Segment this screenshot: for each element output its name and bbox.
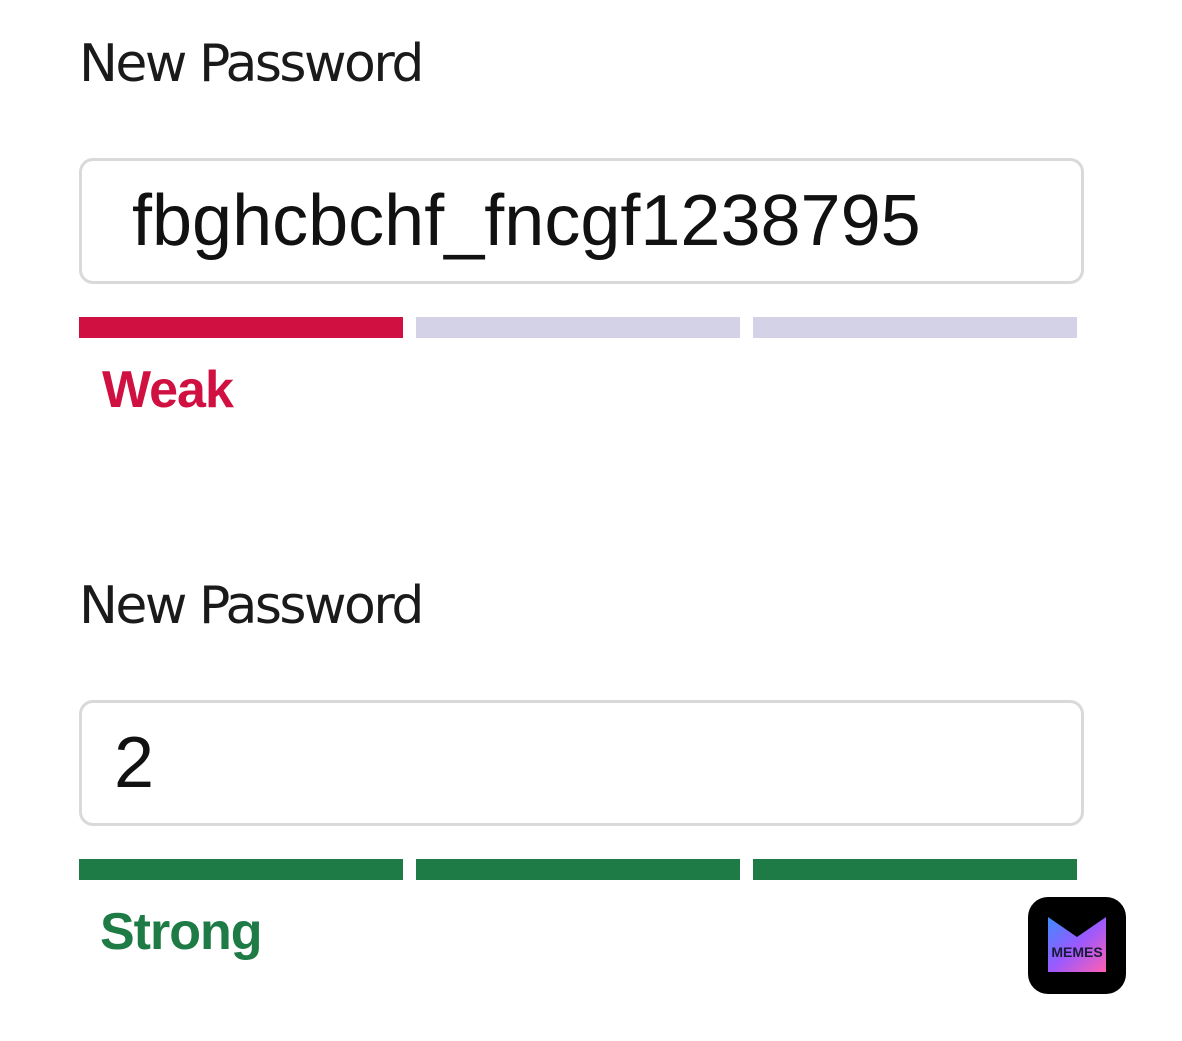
memes-logo-icon: MEMES [1028,897,1126,994]
new-password-label: New Password [79,576,424,636]
password-strength-meter [79,317,1077,338]
strength-meter-segment-3 [753,317,1077,338]
strength-meter-segment-1 [79,317,403,338]
memes-logo-text: MEMES [1051,944,1102,960]
strength-meter-segment-2 [416,859,740,880]
password-strength-label: Strong [100,903,263,961]
strength-meter-segment-2 [416,317,740,338]
password-strength-meter [79,859,1077,880]
strength-meter-segment-1 [79,859,403,880]
password-input-value: fbghcbchf_fncgf1238795 [132,181,921,261]
memes-logo-graphic: MEMES [1048,917,1106,972]
password-form-weak: New Password fbghcbchf_fncgf1238795 Weak [79,34,1084,416]
password-input[interactable]: fbghcbchf_fncgf1238795 [79,158,1084,284]
password-input-value: 2 [114,723,155,803]
new-password-label: New Password [79,34,424,94]
password-input[interactable]: 2 [79,700,1084,826]
password-strength-label: Weak [102,361,234,419]
password-form-strong: New Password 2 Strong [79,576,1084,958]
strength-meter-segment-3 [753,859,1077,880]
